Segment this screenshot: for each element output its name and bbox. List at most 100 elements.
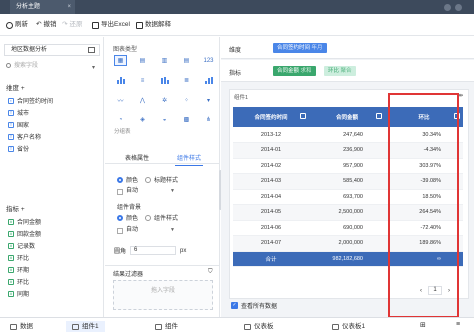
add-dimension-icon[interactable]: +: [21, 85, 25, 92]
tab-component-style[interactable]: 组件样式: [174, 153, 204, 166]
map-chart-icon[interactable]: ◈: [136, 114, 149, 125]
cross-table-icon[interactable]: ▤: [136, 55, 149, 66]
stacked-bar-icon[interactable]: [158, 75, 171, 86]
export-excel-button[interactable]: 导出Excel: [92, 20, 130, 30]
measure-field[interactable]: # 记录数: [8, 241, 35, 250]
kpi-number-icon[interactable]: 123: [202, 55, 215, 66]
radar-chart-icon[interactable]: ✲: [158, 95, 171, 106]
combo-chart-icon[interactable]: [202, 75, 215, 86]
tab-analysis-topic[interactable]: 分析主题 ×: [10, 0, 75, 14]
stacked-hbar-icon[interactable]: ≣: [180, 75, 193, 86]
pie-chart-icon[interactable]: ◔: [114, 114, 127, 125]
sort-icon[interactable]: [300, 113, 306, 119]
column-header-mom[interactable]: 环比: [385, 107, 463, 127]
filter-settings-icon[interactable]: ⛉: [208, 269, 213, 276]
hbar-chart-icon[interactable]: ≡: [136, 75, 149, 86]
close-tab-icon[interactable]: ×: [67, 0, 71, 14]
bg-color-select[interactable]: 自动 ▼: [117, 226, 177, 235]
refresh-icon: [6, 21, 13, 29]
dataset-selector[interactable]: 地区数据分析: [4, 44, 100, 56]
check-icon: ✓: [231, 302, 238, 309]
date-field-icon: ▪: [8, 97, 14, 104]
filter-icon[interactable]: ▾: [92, 64, 95, 71]
measure-field[interactable]: # 环期: [8, 265, 29, 274]
measure-field[interactable]: # 环比: [8, 253, 29, 262]
table-row: 2014-03 585,400 -39.08%: [233, 173, 463, 190]
tab-table-attr[interactable]: 表格属性: [125, 153, 149, 162]
minimize-icon[interactable]: [444, 4, 451, 11]
dimension-field[interactable]: T 国家: [8, 120, 29, 129]
dimension-field[interactable]: ▪ 合同签约时间: [8, 96, 53, 105]
table-chart-icon[interactable]: ▦: [114, 55, 127, 66]
table-row: 2013-12 247,640 30.34%: [233, 127, 463, 143]
measure-field[interactable]: # 同期: [8, 289, 29, 298]
dimension-field[interactable]: T 客户名称: [8, 132, 41, 141]
sort-icon[interactable]: [376, 113, 382, 119]
prev-page-icon[interactable]: ‹: [420, 288, 422, 294]
list-table-icon[interactable]: ▤: [180, 55, 193, 66]
title-color-select[interactable]: 自动 ▼: [117, 187, 177, 196]
radius-input[interactable]: 6: [130, 246, 177, 255]
column-header-date[interactable]: 合同签约时间: [233, 107, 309, 127]
title-color-radio[interactable]: 颜色 标题样式: [117, 175, 178, 184]
area-chart-icon[interactable]: ⋀: [136, 95, 149, 106]
add-sheet-icon[interactable]: ⊞: [420, 321, 426, 329]
measure-field[interactable]: # 回款金额: [8, 229, 41, 238]
measure-field[interactable]: # 环比: [8, 277, 29, 286]
tab-dashboard[interactable]: 仪表板: [244, 321, 274, 332]
sheet-menu-icon[interactable]: ≡: [456, 321, 460, 328]
measure-pill-mom[interactable]: 环比 聚合: [324, 66, 356, 76]
measure-pill-amount[interactable]: 合同金额 求和: [273, 66, 316, 76]
detail-table-icon[interactable]: ▥: [158, 55, 171, 66]
radio-selected-icon: [117, 176, 123, 183]
column-header-amount[interactable]: 合同金额: [309, 107, 385, 127]
tab-dashboard1[interactable]: 仪表板1: [332, 321, 365, 332]
radio-icon[interactable]: [145, 176, 152, 183]
show-all-data-checkbox[interactable]: ✓ 查看所有数据: [231, 301, 277, 310]
bg-color-radio[interactable]: 颜色 组件样式: [117, 213, 178, 222]
expand-icon[interactable]: ⇹: [458, 92, 463, 99]
tab-data[interactable]: 数据: [10, 321, 33, 332]
dimension-drop-row[interactable]: 维度 合同签约时间 年月: [221, 37, 474, 59]
page-input[interactable]: 1: [428, 286, 442, 295]
redo-label: 还原: [69, 21, 83, 28]
add-measure-icon[interactable]: +: [21, 206, 25, 213]
funnel-chart-icon[interactable]: ▾: [202, 95, 215, 106]
redo-button[interactable]: ↷ 还原: [62, 20, 82, 30]
next-page-icon[interactable]: ›: [448, 288, 450, 294]
dimension-field[interactable]: T 城市: [8, 108, 29, 117]
sheet-tab-bar: 数据 组件1 组件 仪表板 仪表板1 ⊞ ≡: [0, 317, 474, 334]
measure-field[interactable]: # 合同金额: [8, 217, 41, 226]
undo-button[interactable]: ↶ 撤销: [36, 20, 56, 30]
radio-icon[interactable]: [145, 214, 152, 221]
word-cloud-icon[interactable]: ▩: [180, 114, 193, 125]
scatter-chart-icon[interactable]: ⁘: [180, 95, 193, 106]
title-bar: 分析主题 ×: [0, 0, 474, 14]
maximize-icon[interactable]: [455, 4, 462, 11]
measure-header: 指标 +: [6, 206, 25, 213]
field-search-input[interactable]: 搜索字段: [4, 60, 100, 72]
tab-component[interactable]: 组件: [155, 321, 178, 332]
tab-component1[interactable]: 组件1: [66, 321, 105, 332]
result-filter-label: 结果过滤器: [113, 272, 144, 278]
data-explain-label: 数据解释: [145, 21, 171, 28]
line-chart-icon[interactable]: 〰: [114, 95, 127, 106]
gauge-chart-icon[interactable]: ◒: [158, 114, 171, 125]
refresh-button[interactable]: 刷新: [6, 20, 28, 30]
title-style-option[interactable]: 标题样式: [154, 175, 178, 184]
search-icon: [6, 63, 11, 68]
edit-dataset-icon[interactable]: [88, 47, 95, 53]
bar-chart-icon[interactable]: [114, 75, 127, 86]
data-explain-button[interactable]: 数据解释: [136, 20, 171, 30]
chart-config-panel: 图表类型 ▦ ▤ ▥ ▤ 123 ≡ ≣ 〰 ⋀ ✲ ⁘ ▾ ◔ ◈ ◒ ▩ ⋔…: [105, 37, 220, 317]
sort-icon[interactable]: [454, 113, 460, 119]
tree-chart-icon[interactable]: ⋔: [202, 114, 215, 125]
component-icon: [72, 323, 79, 330]
dimension-pill[interactable]: 合同签约时间 年月: [273, 43, 327, 53]
dashboard-icon: [244, 323, 251, 330]
color-swatch: [117, 188, 123, 195]
measure-drop-row[interactable]: 指标 合同金额 求和 环比 聚合: [221, 60, 474, 82]
dimension-field[interactable]: T 省份: [8, 144, 29, 153]
component-style-option[interactable]: 组件样式: [154, 213, 178, 222]
filter-drop-zone[interactable]: 拖入字段: [113, 280, 213, 310]
